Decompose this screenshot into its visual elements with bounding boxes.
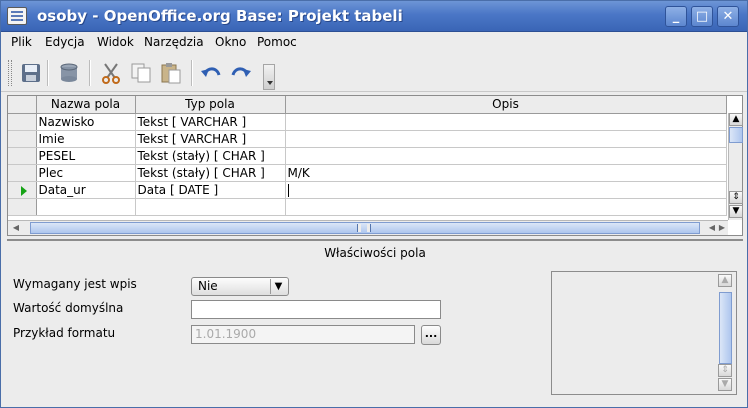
table-row[interactable]: Nazwisko Tekst [ VARCHAR ]: [8, 113, 727, 131]
field-type-cell[interactable]: Tekst (stały) [ CHAR ]: [135, 147, 286, 165]
row-header[interactable]: [8, 147, 37, 165]
required-dropdown[interactable]: Nie ▼: [191, 277, 289, 296]
dropdown-arrow-icon[interactable]: ▼: [270, 279, 286, 294]
format-example-label: Przykład formatu: [13, 326, 116, 340]
field-desc-cell[interactable]: [285, 181, 727, 199]
help-text-area: ▲ ⇕ ▼: [551, 271, 737, 395]
scroll-up-icon[interactable]: ▲: [729, 113, 743, 126]
text-cursor: [287, 183, 289, 197]
scroll-down-icon[interactable]: ▼: [729, 205, 743, 218]
toolbar-separator: [191, 60, 192, 86]
format-example-field: 1.01.1900: [191, 325, 415, 344]
help-scroll-down-icon[interactable]: ▼: [718, 378, 732, 391]
scroll-left-icon[interactable]: ◀: [10, 222, 22, 234]
field-name-cell[interactable]: PESEL: [36, 147, 136, 165]
title-bar[interactable]: osoby - OpenOffice.org Base: Projekt tab…: [1, 1, 747, 32]
help-scrollbar[interactable]: ▲ ⇕ ▼: [718, 274, 734, 392]
window-title: osoby - OpenOffice.org Base: Projekt tab…: [37, 7, 403, 25]
required-label: Wymagany jest wpis: [13, 277, 137, 291]
menu-pomoc[interactable]: Pomoc: [257, 35, 297, 49]
field-name-cell[interactable]: Imie: [36, 130, 136, 148]
scroll-page-icon[interactable]: ⇕: [729, 191, 743, 204]
menu-plik[interactable]: Plik: [11, 35, 32, 49]
field-type-cell[interactable]: Tekst [ VARCHAR ]: [135, 113, 286, 131]
paste-icon[interactable]: [159, 61, 183, 85]
toolbar-separator: [89, 60, 90, 86]
toolbar-grip[interactable]: [8, 60, 12, 86]
row-header[interactable]: [8, 181, 37, 199]
undo-icon[interactable]: [199, 61, 223, 85]
table-row-empty[interactable]: [8, 198, 727, 216]
horizontal-scrollbar[interactable]: ◀ ◀ ▶: [8, 220, 728, 235]
database-icon[interactable]: [57, 61, 81, 85]
menu-edycja[interactable]: Edycja: [45, 35, 85, 49]
redo-icon[interactable]: [229, 61, 253, 85]
menu-widok[interactable]: Widok: [97, 35, 134, 49]
menu-okno[interactable]: Okno: [215, 35, 246, 49]
copy-icon[interactable]: [129, 61, 153, 85]
vertical-scroll-thumb[interactable]: [729, 127, 743, 143]
table-row[interactable]: Plec Tekst (stały) [ CHAR ] M/K: [8, 164, 727, 182]
field-type-cell[interactable]: Data [ DATE ]: [135, 181, 286, 199]
required-value: Nie: [198, 279, 218, 293]
field-table: Nazwa pola Typ pola Opis Nazwisko Tekst …: [7, 95, 743, 236]
save-icon[interactable]: [19, 61, 43, 85]
field-name-cell[interactable]: Data_ur: [36, 181, 136, 199]
toolbar-separator: [47, 60, 48, 86]
table-row[interactable]: Imie Tekst [ VARCHAR ]: [8, 130, 727, 148]
default-value-label: Wartość domyślna: [13, 301, 124, 315]
app-icon[interactable]: [7, 7, 27, 25]
row-header[interactable]: [8, 113, 37, 131]
field-desc-cell[interactable]: [285, 130, 727, 148]
menu-bar: Plik Edycja Widok Narzędzia Okno Pomoc: [1, 32, 747, 54]
help-scroll-thumb[interactable]: [719, 292, 732, 364]
column-header-desc[interactable]: Opis: [285, 96, 727, 114]
empty-cell[interactable]: [135, 198, 286, 216]
toolbar-overflow-button[interactable]: [263, 64, 275, 90]
corner-cell: [8, 96, 37, 114]
field-name-cell[interactable]: Nazwisko: [36, 113, 136, 131]
format-button[interactable]: ...: [421, 325, 441, 345]
field-name-cell[interactable]: Plec: [36, 164, 136, 182]
table-row-current[interactable]: Data_ur Data [ DATE ]: [8, 181, 727, 199]
close-button[interactable]: ✕: [717, 6, 739, 27]
scroll-right-icon[interactable]: ▶: [716, 222, 728, 234]
horizontal-scroll-thumb[interactable]: [30, 222, 700, 234]
cut-icon[interactable]: [99, 61, 123, 85]
toolbar: [1, 54, 747, 92]
table-row[interactable]: PESEL Tekst (stały) [ CHAR ]: [8, 147, 727, 165]
help-scroll-page-icon[interactable]: ⇕: [718, 364, 732, 377]
column-header-name[interactable]: Nazwa pola: [36, 96, 136, 114]
vertical-scrollbar[interactable]: ▲ ⇕ ▼: [728, 113, 743, 220]
field-desc-cell[interactable]: M/K: [285, 164, 727, 182]
empty-cell[interactable]: [36, 198, 136, 216]
field-desc-cell[interactable]: [285, 147, 727, 165]
maximize-button[interactable]: □: [691, 6, 713, 27]
field-type-cell[interactable]: Tekst (stały) [ CHAR ]: [135, 164, 286, 182]
help-scroll-up-icon[interactable]: ▲: [718, 274, 732, 287]
row-header[interactable]: [8, 198, 37, 216]
row-header[interactable]: [8, 164, 37, 182]
minimize-button[interactable]: _: [665, 6, 687, 27]
row-header[interactable]: [8, 130, 37, 148]
empty-cell[interactable]: [285, 198, 727, 216]
column-header-type[interactable]: Typ pola: [135, 96, 286, 114]
field-type-cell[interactable]: Tekst [ VARCHAR ]: [135, 130, 286, 148]
default-value-field[interactable]: [191, 300, 441, 319]
field-desc-cell[interactable]: [285, 113, 727, 131]
menu-narzedzia[interactable]: Narzędzia: [144, 35, 204, 49]
properties-title: Właściwości pola: [7, 239, 743, 265]
app-window: osoby - OpenOffice.org Base: Projekt tab…: [0, 0, 748, 408]
current-row-arrow-icon: [21, 185, 27, 196]
